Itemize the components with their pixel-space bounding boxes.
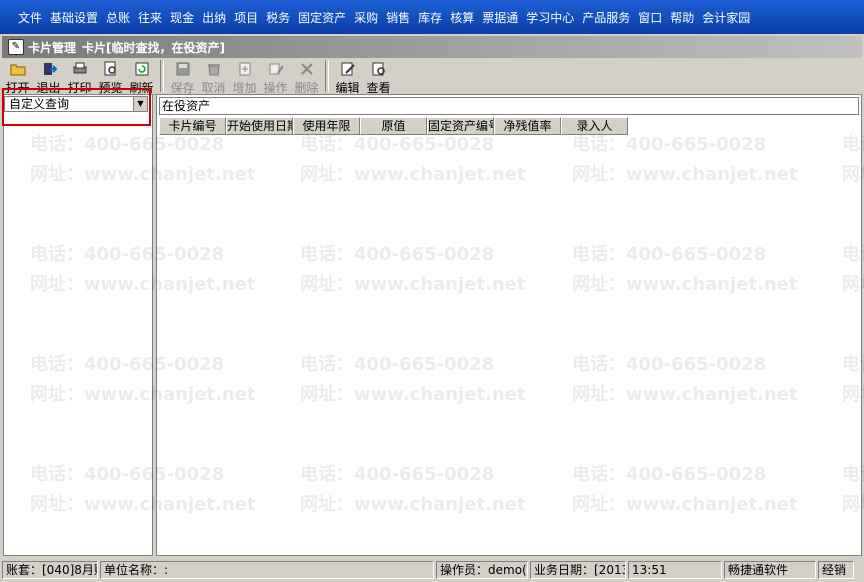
save-icon [175,61,191,80]
toolbar-separator [160,60,164,92]
toolbar-button-label: 打开 [5,81,30,95]
toolbar-button[interactable]: 退出 [33,58,64,95]
column-header[interactable]: 卡片编号 [159,117,226,135]
toolbar-button-label: 删除 [294,81,319,95]
toolbar-button: 取消 [198,58,229,95]
menu-item[interactable]: 库存 [414,9,446,26]
menu-item[interactable]: 窗口 [634,9,666,26]
status-bar: 账套：[040]8月账套 单位名称：: 操作员：demo(demo) 业务日期：… [0,558,864,582]
status-operator: 操作员：demo(demo) [436,561,528,579]
toolbar-button[interactable]: 预览 [95,58,126,95]
column-header[interactable]: 录入人 [561,117,628,135]
list-caption: 在役资产 [159,97,859,115]
menu-item[interactable]: 会计家园 [698,9,754,26]
toolbar-button-label: 取消 [201,81,226,95]
column-header[interactable]: 使用年限 [293,117,360,135]
toolbar-button-label: 预览 [98,81,123,95]
menu-item[interactable]: 核算 [446,9,478,26]
column-header[interactable]: 开始使用日期 [226,117,293,135]
menu-item[interactable]: 帮助 [666,9,698,26]
menu-item[interactable]: 总账 [102,9,134,26]
exit-icon [41,61,57,80]
status-extra: 经销 [818,561,854,579]
window-subtitle: 卡片[临时查找，在役资产] [82,40,225,55]
query-select[interactable]: 自定义查询 ▼ [4,96,148,112]
open-icon [10,61,26,80]
toolbar-button: 操作 [260,58,291,95]
menu-item[interactable]: 学习中心 [522,9,578,26]
preview-icon [103,61,119,80]
menu-item[interactable]: 税务 [262,9,294,26]
status-account: 账套：[040]8月账套 [2,561,98,579]
grid-header: 卡片编号 开始使用日期 使用年限 原值 固定资产编号 净残值率 录入人 [159,117,628,135]
column-header[interactable]: 净残值率 [494,117,561,135]
toolbar-button[interactable]: 打印 [64,58,95,95]
toolbar-separator [325,60,329,92]
toolbar-button[interactable]: 查看 [363,58,394,95]
toolbar-button: 保存 [167,58,198,95]
toolbar-button[interactable]: 刷新 [126,58,157,95]
refresh-icon [134,61,150,80]
toolbar-button-label: 增加 [232,81,257,95]
status-time: 13:51 [628,561,722,579]
cancel-icon [206,61,222,80]
column-header[interactable]: 原值 [360,117,427,135]
query-select-value: 自定义查询 [9,97,70,111]
status-product: 畅捷通软件 [724,561,816,579]
menu-item[interactable]: 出纳 [198,9,230,26]
toolbar-button: 删除 [291,58,322,95]
menu-item[interactable]: 票据通 [478,9,522,26]
window-title: 卡片管理 [28,40,77,55]
menu-bar: 文件 基础设置 总账 往来 现金 出纳 项目 税务 固定资产 采购 销售 库存 核算 票据通 学习中心 产品服… [0,0,864,34]
menu-item[interactable]: 往来 [134,9,166,26]
menu-item[interactable]: 项目 [230,9,262,26]
toolbar-button-label: 保存 [170,81,195,95]
window-title-bar: ✎ 卡片管理 卡片[临时查找，在役资产] [2,36,862,58]
app-icon: ✎ [8,39,24,55]
column-header[interactable]: 固定资产编号 [427,117,494,135]
menu-item[interactable]: 现金 [166,9,198,26]
status-date: 业务日期：[2013 [530,561,626,579]
toolbar-button: 增加 [229,58,260,95]
query-panel [3,94,153,556]
toolbar-button-label: 查看 [366,81,391,95]
toolbar-button-label: 打印 [67,81,92,95]
add-icon [237,61,253,80]
menu-item[interactable]: 固定资产 [294,9,350,26]
toolbar-button[interactable]: 编辑 [332,58,363,95]
print-icon [72,61,88,80]
chevron-down-icon[interactable]: ▼ [133,97,147,111]
toolbar-button[interactable]: 打开 [2,58,33,95]
toolbar: 打开 退出 打印 预览 刷新 保存 取消 增加 操作 删除 编辑 查看 [2,58,862,95]
toolbar-button-label: 退出 [36,81,61,95]
edit-icon [340,61,356,80]
operate-icon [268,61,284,80]
view-icon [371,61,387,80]
menu-item[interactable]: 基础设置 [46,9,102,26]
menu-item[interactable]: 文件 [14,9,46,26]
card-list-panel: 在役资产 卡片编号 开始使用日期 使用年限 原值 固定资产编号 净残值率 录入人 [156,94,862,556]
toolbar-button-label: 编辑 [335,81,360,95]
status-unit: 单位名称：: [100,561,434,579]
menu-item[interactable]: 销售 [382,9,414,26]
delete-icon [299,61,315,80]
toolbar-button-label: 操作 [263,81,288,95]
menu-item[interactable]: 产品服务 [578,9,634,26]
toolbar-button-label: 刷新 [129,81,154,95]
menu-item[interactable]: 采购 [350,9,382,26]
